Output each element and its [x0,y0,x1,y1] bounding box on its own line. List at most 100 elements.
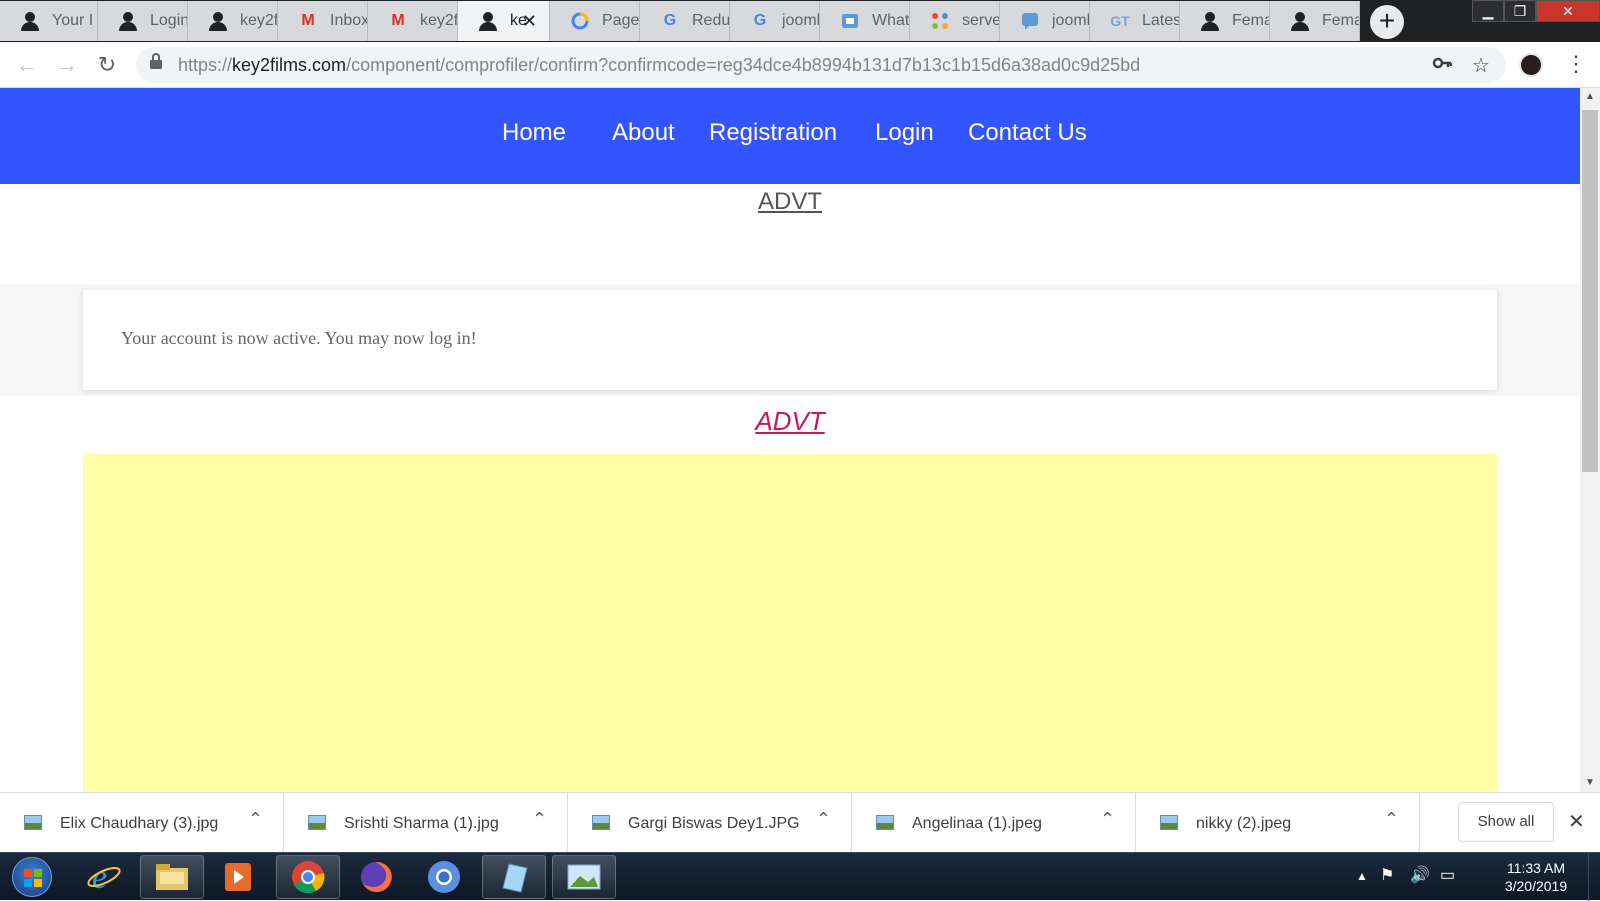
page-scrollbar[interactable]: ▲ ▼ [1580,88,1600,792]
tab-title: Femal [1232,12,1269,29]
chromium-icon[interactable] [412,855,476,899]
image-file-icon [876,815,894,830]
start-button[interactable] [12,857,52,897]
media-player-icon[interactable] [206,855,270,899]
download-item[interactable]: Angelinaa (1).jpeg ⌃ [852,793,1136,853]
chevron-up-icon[interactable]: ⌃ [816,809,831,830]
nav-about[interactable]: About [612,119,675,147]
volume-icon[interactable]: 🔊 [1410,865,1430,885]
internet-explorer-icon[interactable]: e [72,855,136,899]
key-icon[interactable] [1432,53,1453,79]
download-item[interactable]: Srishti Sharma (1).jpg ⌃ [284,793,568,853]
tab-5-active[interactable]: ke ✕ [458,1,550,41]
image-file-icon [1160,815,1178,830]
back-icon[interactable]: ← [14,52,40,78]
chevron-up-icon[interactable]: ⌃ [1100,809,1115,830]
gmail-icon: M [301,12,315,29]
chat-icon [1020,11,1040,31]
tab-title: PageS [602,12,639,29]
nav-home[interactable]: Home [502,119,566,147]
close-window-icon[interactable]: ✕ [1536,0,1600,22]
download-filename: Elix Chaudhary (3).jpg [60,815,219,832]
tab-6[interactable]: PageS [550,1,640,41]
tab-2[interactable]: key2fi [188,1,278,41]
message-card: Your account is now active. You may now … [83,290,1497,390]
tab-0[interactable]: Your I [0,1,98,41]
person-icon [208,11,228,31]
download-item[interactable]: nikky (2).jpeg ⌃ [1136,793,1420,853]
advt-link-top[interactable]: ADVT [0,188,1580,216]
nav-contact-us[interactable]: Contact Us [968,119,1087,147]
clock-time: 11:33 AM [1506,860,1566,876]
tab-3[interactable]: M Inbox [278,1,368,41]
tab-4[interactable]: M key2fi [368,1,458,41]
system-clock[interactable]: 11:33 AM 3/20/2019 [1496,859,1576,895]
tab-title: Reduc [692,12,729,29]
scroll-up-icon[interactable]: ▲ [1580,88,1600,106]
tab-12[interactable]: GT Latest [1090,1,1180,41]
network-icon[interactable]: ▭ [1440,865,1455,885]
flag-icon[interactable]: ⚑ [1380,865,1394,885]
photo-viewer-icon[interactable] [552,855,616,899]
chevron-up-icon[interactable]: ⌃ [248,809,263,830]
doc-icon [840,11,860,31]
joomla-icon [930,11,950,31]
address-bar[interactable]: https://key2films.com/component/comprofi… [136,47,1506,83]
tab-9[interactable]: What [820,1,910,41]
forward-icon[interactable]: → [54,52,80,78]
download-filename: Angelinaa (1).jpeg [912,815,1042,832]
new-tab-button[interactable]: + [1370,5,1404,39]
file-explorer-icon[interactable] [140,855,204,899]
show-desktop-button[interactable] [1588,853,1600,901]
tab-title: jooml [782,12,819,29]
tab-7[interactable]: G Reduc [640,1,730,41]
chevron-up-icon[interactable]: ⌃ [532,809,547,830]
chrome-icon[interactable] [276,855,340,899]
url-text[interactable]: https://key2films.com/component/comprofi… [178,55,1140,76]
advertisement-box[interactable] [83,454,1497,792]
advt-link-middle[interactable]: ADVT [0,406,1580,437]
person-icon [1200,11,1220,31]
tab-1[interactable]: Login [98,1,188,41]
close-icon[interactable]: ✕ [1568,809,1585,834]
window-controls: ▁ ❐ ✕ [1472,0,1600,22]
tab-title: jooml [1052,12,1089,29]
url-prefix: https:// [178,55,233,75]
notepad-icon[interactable] [482,855,546,899]
chevron-up-icon[interactable]: ▲ [1356,869,1368,883]
scroll-down-icon[interactable]: ▼ [1580,774,1600,792]
reload-icon[interactable]: ↻ [94,52,120,78]
minimize-icon[interactable]: ▁ [1472,0,1504,22]
download-filename: Srishti Sharma (1).jpg [344,815,499,832]
person-icon [1290,11,1310,31]
tab-10[interactable]: server [910,1,1000,41]
star-icon[interactable]: ☆ [1472,53,1490,78]
restore-icon[interactable]: ❐ [1504,0,1536,22]
tab-13[interactable]: Femal [1180,1,1270,41]
tab-11[interactable]: jooml [1000,1,1090,41]
nav-registration[interactable]: Registration [709,119,837,147]
chevron-up-icon[interactable]: ⌃ [1384,809,1399,830]
tab-title: Latest [1142,12,1179,29]
show-all-button[interactable]: Show all [1458,802,1554,842]
firefox-icon[interactable] [344,855,408,899]
lock-icon [150,53,162,70]
browser-toolbar: ← → ↻ https://key2films.com/component/co… [0,42,1600,88]
downloads-bar: Elix Chaudhary (3).jpg ⌃ Srishti Sharma … [0,792,1600,853]
avatar[interactable] [1519,53,1543,77]
tab-title: key2fi [420,12,457,29]
site-navbar: Home About Registration Login Contact Us [0,88,1580,184]
tab-title: What [872,12,909,29]
tab-8[interactable]: G jooml [730,1,820,41]
tab-14[interactable]: Femal [1270,1,1360,41]
browser-tab-strip: Your I Login key2fi M Inbox M key2fi ke … [0,0,1600,42]
download-item[interactable]: Gargi Biswas Dey1.JPG ⌃ [568,793,852,853]
download-item[interactable]: Elix Chaudhary (3).jpg ⌃ [0,793,284,853]
tab-title: Login [150,12,187,29]
tab-title: Femal [1322,12,1359,29]
gmail-icon: M [391,12,405,29]
nav-login[interactable]: Login [875,119,934,147]
tab-close-icon[interactable]: ✕ [522,11,537,32]
menu-icon[interactable]: ⋮ [1565,51,1587,77]
scroll-thumb[interactable] [1582,110,1598,472]
